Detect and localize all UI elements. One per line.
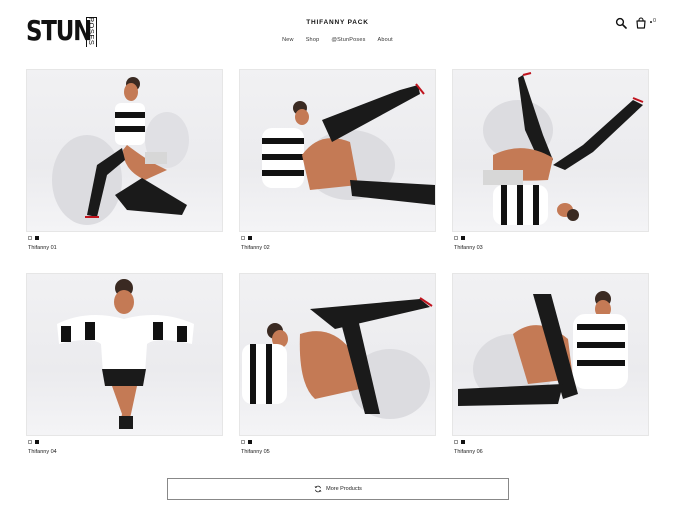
page-title: THIFANNY PACK [306, 19, 369, 26]
pose-illustration [458, 291, 628, 406]
more-products-label: More Products [326, 486, 362, 492]
product-name[interactable]: Thifanny 03 [454, 245, 483, 251]
more-products-button[interactable]: More Products [167, 478, 509, 500]
swatch-black[interactable] [248, 440, 252, 444]
swatch-black[interactable] [35, 236, 39, 240]
product-name[interactable]: Thifanny 01 [28, 245, 57, 251]
color-swatches [28, 440, 39, 444]
product-name[interactable]: Thifanny 02 [241, 245, 270, 251]
swatch-white[interactable] [241, 236, 245, 240]
product-card[interactable]: Thifanny 06 [452, 273, 649, 455]
swatch-white[interactable] [454, 236, 458, 240]
swatch-white[interactable] [241, 440, 245, 444]
nav-item-new[interactable]: New [282, 37, 294, 43]
pose-illustration [242, 297, 433, 419]
cart-count: 0 [653, 18, 657, 24]
product-card[interactable]: Thifanny 05 [239, 273, 436, 455]
nav-item-about[interactable]: About [378, 37, 393, 43]
pose-illustration [483, 72, 644, 225]
pose-illustration [52, 77, 189, 225]
nav-item-stunposes[interactable]: @StunPoses [331, 37, 365, 43]
product-name[interactable]: Thifanny 06 [454, 449, 483, 455]
swatch-white[interactable] [28, 236, 32, 240]
color-swatches [28, 236, 39, 240]
swatch-black[interactable] [461, 236, 465, 240]
color-swatches [454, 236, 465, 240]
search-icon [615, 17, 627, 29]
search-button[interactable] [615, 16, 627, 29]
swatch-black[interactable] [248, 236, 252, 240]
product-card[interactable]: Thifanny 01 [26, 69, 223, 251]
pose-illustration [262, 83, 435, 205]
product-name[interactable]: Thifanny 04 [28, 449, 57, 455]
swatch-black[interactable] [35, 440, 39, 444]
main-nav: New Shop @StunPoses About [0, 37, 675, 43]
product-image[interactable] [239, 69, 436, 232]
refresh-icon [314, 485, 322, 493]
product-image[interactable] [452, 273, 649, 436]
pose-illustration [57, 279, 194, 429]
product-image[interactable] [452, 69, 649, 232]
nav-item-shop[interactable]: Shop [306, 37, 320, 43]
color-swatches [241, 236, 252, 240]
product-name[interactable]: Thifanny 05 [241, 449, 270, 455]
product-image[interactable] [26, 273, 223, 436]
product-card[interactable]: Thifanny 03 [452, 69, 649, 251]
swatch-white[interactable] [454, 440, 458, 444]
shopping-bag-icon [636, 17, 646, 29]
product-image[interactable] [26, 69, 223, 232]
product-image[interactable] [239, 273, 436, 436]
color-swatches [241, 440, 252, 444]
product-card[interactable]: Thifanny 04 [26, 273, 223, 455]
color-swatches [454, 440, 465, 444]
swatch-black[interactable] [461, 440, 465, 444]
swatch-white[interactable] [28, 440, 32, 444]
cart-button[interactable] [635, 16, 647, 29]
product-card[interactable]: Thifanny 02 [239, 69, 436, 251]
cart-separator [650, 21, 652, 23]
